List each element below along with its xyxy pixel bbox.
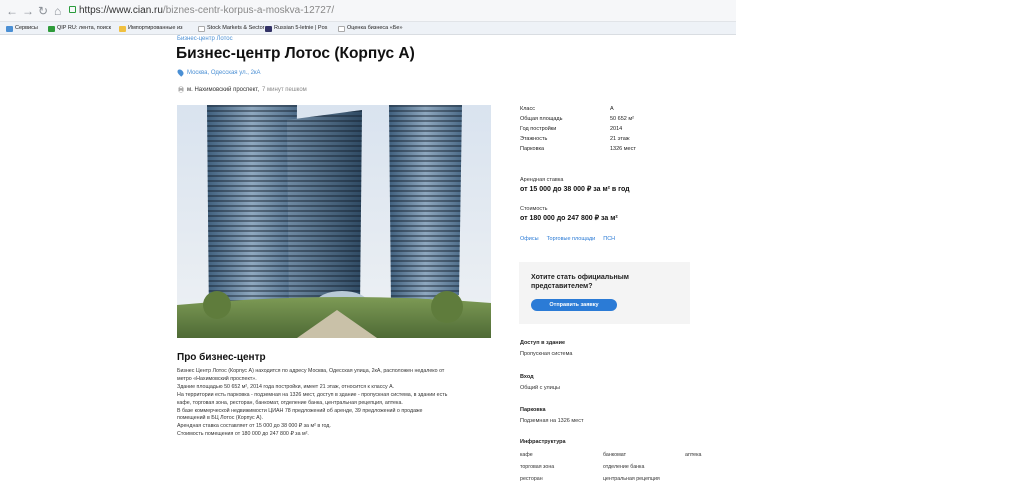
back-icon[interactable]: ← [6, 3, 18, 19]
link-offices[interactable]: Офисы [520, 236, 539, 242]
access-value: Пропускная система [520, 351, 573, 357]
about-line: Бизнес Центр Лотос (Корпус А) находится … [177, 368, 445, 374]
spec-value: 50 652 м² [610, 116, 634, 122]
apps-icon [6, 25, 13, 32]
parking-value: Подземная на 1326 мест [520, 418, 584, 424]
infra-item: ресторан [520, 476, 543, 482]
send-request-button[interactable]: Отправить заявку [531, 299, 617, 311]
specs-table: Класс А Общая площадь 50 652 м² Год пост… [520, 104, 690, 154]
building-photo-image [177, 105, 491, 338]
about-line: помещений в БЦ Лотос (Корпус А). [177, 415, 263, 422]
rent-rate: Арендная ставка от 15 000 до 38 000 ₽ за… [520, 177, 695, 193]
metro-walk-time: 7 минут пешком [262, 86, 307, 93]
bookmark-business-valuation[interactable]: Оценка бизнеса «Бе» [338, 23, 403, 34]
bookmark-stock-markets[interactable]: Stock Markets & Sector [198, 23, 264, 34]
site-icon [265, 25, 272, 32]
about-line: Арендная ставка составляет от 15 000 до … [177, 423, 331, 430]
about-line: кафе, торговая зона, ресторан, банкомат,… [177, 399, 403, 406]
bookmark-label: Russian 5-letnie | Pos [274, 25, 328, 31]
spec-label: Общая площадь [520, 116, 563, 122]
bookmark-imported[interactable]: Импортированные из [119, 23, 183, 34]
bookmark-label: Импортированные из [128, 25, 183, 31]
metro-icon: Ⓜ [178, 88, 185, 94]
about-title: Про бизнес-центр [177, 352, 266, 363]
about-text: Бизнес Центр Лотос (Корпус А) находится … [177, 368, 497, 439]
qip-icon [48, 25, 55, 32]
promo-text: Хотите стать официальным представителем? [531, 274, 629, 290]
infra-title: Инфраструктура [520, 439, 566, 445]
bookmark-label: Оценка бизнеса «Бе» [347, 25, 403, 31]
about-line: Здание площадью 50 652 м², 2014 года пос… [177, 383, 395, 390]
page-icon [338, 25, 345, 32]
spec-label: Парковка [520, 146, 545, 152]
address-link[interactable]: Москва, Одесская ул., 2кА [176, 68, 261, 77]
representative-promo: Хотите стать официальным представителем?… [519, 262, 690, 324]
spec-row-class: Класс А [520, 104, 690, 114]
bookmark-label: QIP RU: лента, поиск [57, 25, 112, 31]
address-text: Москва, Одесская ул., 2кА [187, 69, 261, 76]
infra-item: кафе [520, 452, 533, 458]
spec-value: 1326 мест [610, 146, 636, 152]
link-psn[interactable]: ПСН [603, 236, 615, 242]
spec-value: 21 этаж [610, 136, 630, 142]
infra-item: отделение банка [603, 464, 645, 470]
page-title: Бизнес-центр Лотос (Корпус А) [176, 45, 415, 62]
url-field[interactable]: https://www.cian.ru/biznes-centr-korpus-… [79, 3, 334, 19]
spec-label: Год постройки [520, 126, 557, 132]
address-bar: ← → ↻ ⌂ https://www.cian.ru/biznes-centr… [0, 0, 736, 22]
access-title: Доступ в здание [520, 340, 566, 346]
entrance-value: Общий с улицы [520, 385, 560, 391]
cost-value: от 180 000 до 247 800 ₽ за м² [520, 215, 618, 222]
property-type-links: Офисы Торговые площади ПСН [520, 236, 615, 242]
spec-label: Класс [520, 106, 535, 112]
bookmark-label: Stock Markets & Sector [207, 25, 265, 31]
url-path: /biznes-centr-korpus-a-moskva-12727/ [162, 5, 335, 16]
spec-value: 2014 [610, 126, 623, 132]
metro-info: Ⓜ м. Нахимовский проспект, 7 минут пешко… [178, 85, 307, 95]
lock-icon [69, 6, 76, 13]
metro-station[interactable]: м. Нахимовский проспект, [187, 87, 259, 93]
page-icon [198, 25, 205, 32]
url-host: https://www.cian.ru [79, 5, 163, 16]
reload-icon[interactable]: ↻ [38, 3, 48, 19]
spec-row-area: Общая площадь 50 652 м² [520, 114, 690, 124]
bookmark-qip[interactable]: QIP RU: лента, поиск [48, 23, 111, 34]
spec-row-parking: Парковка 1326 мест [520, 144, 690, 154]
access-section: Доступ в здание Пропускная система [520, 340, 720, 357]
infra-item: центральная рецепция [603, 476, 660, 482]
map-pin-icon [176, 68, 185, 77]
parking-section: Парковка Подземная на 1326 мест [520, 407, 720, 424]
breadcrumb[interactable]: Бизнес-центр Лотос [177, 36, 233, 42]
entrance-title: Вход [520, 374, 534, 380]
parking-title: Парковка [520, 407, 546, 413]
infra-section: Инфраструктура [520, 439, 720, 445]
forward-icon[interactable]: → [22, 3, 34, 19]
about-line: На территории есть парковка - подземная … [177, 391, 448, 398]
link-retail[interactable]: Торговые площади [547, 236, 596, 242]
entrance-section: Вход Общий с улицы [520, 374, 720, 391]
home-icon[interactable]: ⌂ [54, 3, 61, 19]
bookmarks-bar: Сервисы QIP RU: лента, поиск Импортирова… [0, 22, 736, 35]
about-line: метро «Нахимовский проспект». [177, 375, 257, 382]
bookmark-russian[interactable]: Russian 5-letnie | Pos [265, 23, 327, 34]
infra-item: банкомат [603, 452, 627, 458]
rent-label: Арендная ставка [520, 177, 564, 183]
spec-row-year: Год постройки 2014 [520, 124, 690, 134]
infra-item: аптека [685, 452, 702, 458]
cost-label: Стоимость [520, 206, 548, 212]
rent-value: от 15 000 до 38 000 ₽ за м² в год [520, 186, 630, 193]
bookmark-services[interactable]: Сервисы [6, 23, 38, 34]
folder-icon [119, 25, 126, 32]
cost-rate: Стоимость от 180 000 до 247 800 ₽ за м² [520, 206, 695, 222]
about-line: Стоимость помещения от 180 000 до 247 80… [177, 431, 309, 438]
bookmark-label: Сервисы [15, 25, 38, 31]
infra-item: торговая зона [520, 464, 555, 470]
spec-row-floors: Этажность 21 этаж [520, 134, 690, 144]
spec-value: А [610, 106, 614, 112]
spec-label: Этажность [520, 136, 548, 142]
building-photo[interactable] [177, 105, 491, 338]
